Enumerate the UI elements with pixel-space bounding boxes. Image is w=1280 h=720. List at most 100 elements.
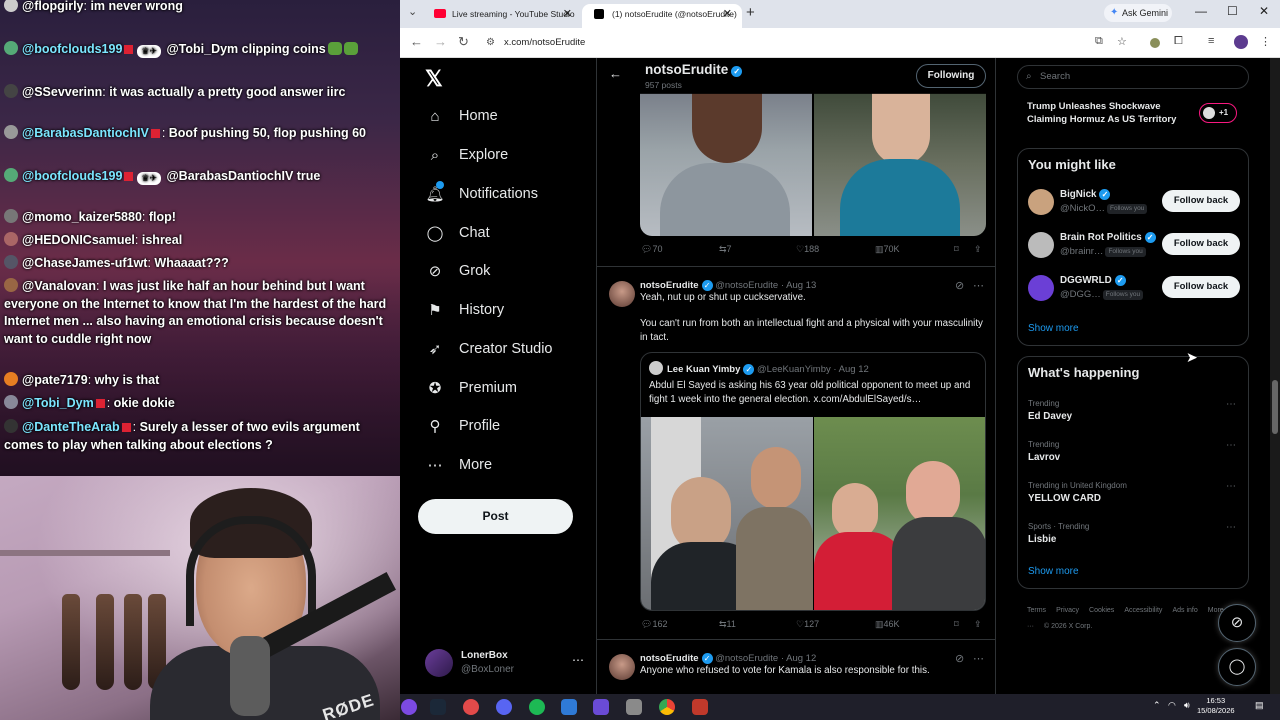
- post-button[interactable]: Post: [418, 499, 573, 534]
- nav-more[interactable]: ⋯ More: [425, 450, 493, 480]
- account-switcher[interactable]: LonerBox @BoxLoner ⋯: [425, 647, 590, 679]
- more-icon[interactable]: ⋯: [572, 653, 584, 667]
- bookmark-icon[interactable]: ⌑: [954, 244, 959, 255]
- volume-icon[interactable]: 🔊︎: [1184, 700, 1190, 711]
- close-window-button[interactable]: ✕: [1259, 4, 1269, 18]
- back-arrow-icon[interactable]: ←: [609, 66, 622, 81]
- footer-link[interactable]: Accessibility: [1124, 607, 1162, 614]
- footer-link[interactable]: Terms: [1027, 607, 1046, 614]
- tab-x-profile[interactable]: (1) notsoErudite (@notsoErudite) ✕: [582, 4, 742, 28]
- nav-notifications[interactable]: 🔔︎ Notifications: [425, 179, 538, 209]
- bookmark-star-icon[interactable]: ☆: [1117, 35, 1127, 48]
- scrollbar-thumb[interactable]: [1272, 380, 1278, 434]
- trend-item[interactable]: Trending in United Kingdom YELLOW CARD ⋯: [1028, 481, 1240, 511]
- reading-list-icon[interactable]: ≡: [1208, 35, 1214, 47]
- address-bar[interactable]: ⚙ x.com/notsoErudite: [482, 32, 1082, 54]
- nav-explore[interactable]: ⌕ Explore: [425, 140, 508, 170]
- tab-youtube-studio[interactable]: Live streaming - YouTube Studio ✕: [422, 4, 582, 28]
- footer-link[interactable]: Privacy: [1056, 607, 1079, 614]
- footer-link[interactable]: Ads info: [1172, 607, 1197, 614]
- obs-icon[interactable]: [463, 699, 479, 715]
- search-input[interactable]: ⌕ Search: [1017, 65, 1249, 89]
- share-icon[interactable]: ⇪: [974, 244, 982, 255]
- quoted-tweet[interactable]: Lee Kuan Yimby ✓ @LeeKuanYimby · Aug 12 A…: [640, 352, 986, 611]
- nav-creator-studio[interactable]: ➶ Creator Studio: [425, 334, 553, 364]
- avatar[interactable]: [1028, 232, 1054, 258]
- follow-back-button[interactable]: Follow back: [1162, 233, 1240, 255]
- more-icon[interactable]: ⋯: [1226, 440, 1236, 451]
- nav-grok[interactable]: ⊘ Grok: [425, 256, 491, 286]
- avatar[interactable]: [1028, 275, 1054, 301]
- share-icon[interactable]: ⇪: [974, 619, 982, 630]
- reply-button[interactable]: 💬︎ 70: [641, 244, 662, 255]
- ask-gemini-button[interactable]: ✦ Ask Gemini: [1104, 4, 1172, 22]
- footer-link[interactable]: Cookies: [1089, 607, 1114, 614]
- more-icon[interactable]: ⋯: [1226, 481, 1236, 492]
- spotify-icon[interactable]: [529, 699, 545, 715]
- tweet[interactable]: notsoErudite ✓ @notsoErudite · Aug 12 ⊘ ⋯…: [597, 639, 995, 694]
- repost-button[interactable]: ⇆ 11: [719, 619, 736, 630]
- suggestion-item[interactable]: BigNick ✓ @NickO… Follows you Follow back: [1028, 187, 1240, 217]
- app-icon[interactable]: [561, 699, 577, 715]
- x-logo[interactable]: 𝕏: [425, 66, 443, 92]
- app-icon[interactable]: [401, 699, 417, 715]
- discord-icon[interactable]: [496, 699, 512, 715]
- close-tab-icon[interactable]: ✕: [563, 4, 572, 24]
- suggestion-item[interactable]: DGGWRLD ✓ @DGG… Follows you Follow back: [1028, 273, 1240, 303]
- close-tab-icon[interactable]: ✕: [723, 4, 732, 24]
- trend-item[interactable]: Trending Ed Davey ⋯: [1028, 399, 1240, 429]
- wifi-icon[interactable]: ◠: [1168, 700, 1176, 711]
- like-button[interactable]: ♡ 188: [796, 244, 819, 255]
- views-button[interactable]: ▥ 70K: [875, 244, 900, 255]
- minimize-button[interactable]: —: [1195, 4, 1207, 18]
- scrollbar[interactable]: [1270, 58, 1280, 694]
- extensions-puzzle-icon[interactable]: ⧠: [1174, 35, 1183, 48]
- avatar[interactable]: [609, 654, 635, 680]
- maximize-button[interactable]: ☐: [1227, 4, 1238, 18]
- follow-back-button[interactable]: Follow back: [1162, 190, 1240, 212]
- chrome-icon[interactable]: [659, 699, 675, 715]
- show-more-link[interactable]: Show more: [1028, 323, 1079, 334]
- menu-dots-icon[interactable]: ⋮: [1260, 35, 1271, 48]
- nav-profile[interactable]: ⚲ Profile: [425, 411, 501, 441]
- views-button[interactable]: ▥ 46K: [875, 619, 900, 630]
- tweet[interactable]: notsoErudite ✓ @notsoErudite · Aug 13 ⊘ ⋯…: [597, 266, 995, 638]
- tab-search-icon[interactable]: ⌄: [408, 5, 417, 18]
- extension-icon[interactable]: [1150, 38, 1160, 48]
- forward-icon[interactable]: →: [434, 34, 447, 49]
- suggestion-item[interactable]: Brain Rot Politics ✓ @brainr… Follows you Fo…: [1028, 230, 1240, 260]
- news-item[interactable]: Trump Unleashes Shockwave Claiming Hormu…: [1027, 100, 1237, 132]
- nav-chat[interactable]: ◯ Chat: [425, 218, 490, 248]
- profile-avatar[interactable]: [1234, 35, 1248, 49]
- reload-icon[interactable]: ↻: [458, 34, 469, 50]
- following-button[interactable]: Following: [916, 64, 986, 88]
- nav-home[interactable]: ⌂ Home: [425, 101, 497, 131]
- repost-button[interactable]: ⇆ 7: [719, 244, 732, 255]
- nav-history[interactable]: ⚑ History: [425, 295, 504, 325]
- like-button[interactable]: ♡ 127: [796, 619, 819, 630]
- show-more-link[interactable]: Show more: [1028, 566, 1079, 577]
- app-icon[interactable]: [692, 699, 708, 715]
- trend-item[interactable]: Sports · Trending Lisbie ⋯: [1028, 522, 1240, 552]
- follow-back-button[interactable]: Follow back: [1162, 276, 1240, 298]
- bookmark-icon[interactable]: ⌑: [954, 619, 959, 630]
- more-icon[interactable]: ⋯: [1226, 399, 1236, 410]
- install-app-icon[interactable]: ⧉: [1095, 35, 1103, 48]
- app-icon[interactable]: [593, 699, 609, 715]
- news-avatars-pill[interactable]: +1: [1199, 103, 1237, 123]
- notifications-icon[interactable]: ▤: [1255, 700, 1264, 711]
- nav-premium[interactable]: ✪ Premium: [425, 373, 517, 403]
- back-icon[interactable]: ←: [410, 34, 423, 49]
- footer-link[interactable]: © 2026 X Corp.: [1044, 623, 1092, 630]
- reply-button[interactable]: 💬︎ 162: [641, 619, 667, 630]
- clock[interactable]: 16:53 15/08/2026: [1197, 696, 1235, 716]
- more-icon[interactable]: ⋯: [1226, 522, 1236, 533]
- trend-item[interactable]: Trending Lavrov ⋯: [1028, 440, 1240, 470]
- new-tab-button[interactable]: +: [746, 4, 755, 21]
- avatar[interactable]: [609, 281, 635, 307]
- avatar[interactable]: [1028, 189, 1054, 215]
- steam-icon[interactable]: [430, 699, 446, 715]
- app-icon[interactable]: [626, 699, 642, 715]
- tray-chevron-icon[interactable]: ⌃: [1153, 700, 1161, 711]
- tweet-media[interactable]: [640, 93, 986, 236]
